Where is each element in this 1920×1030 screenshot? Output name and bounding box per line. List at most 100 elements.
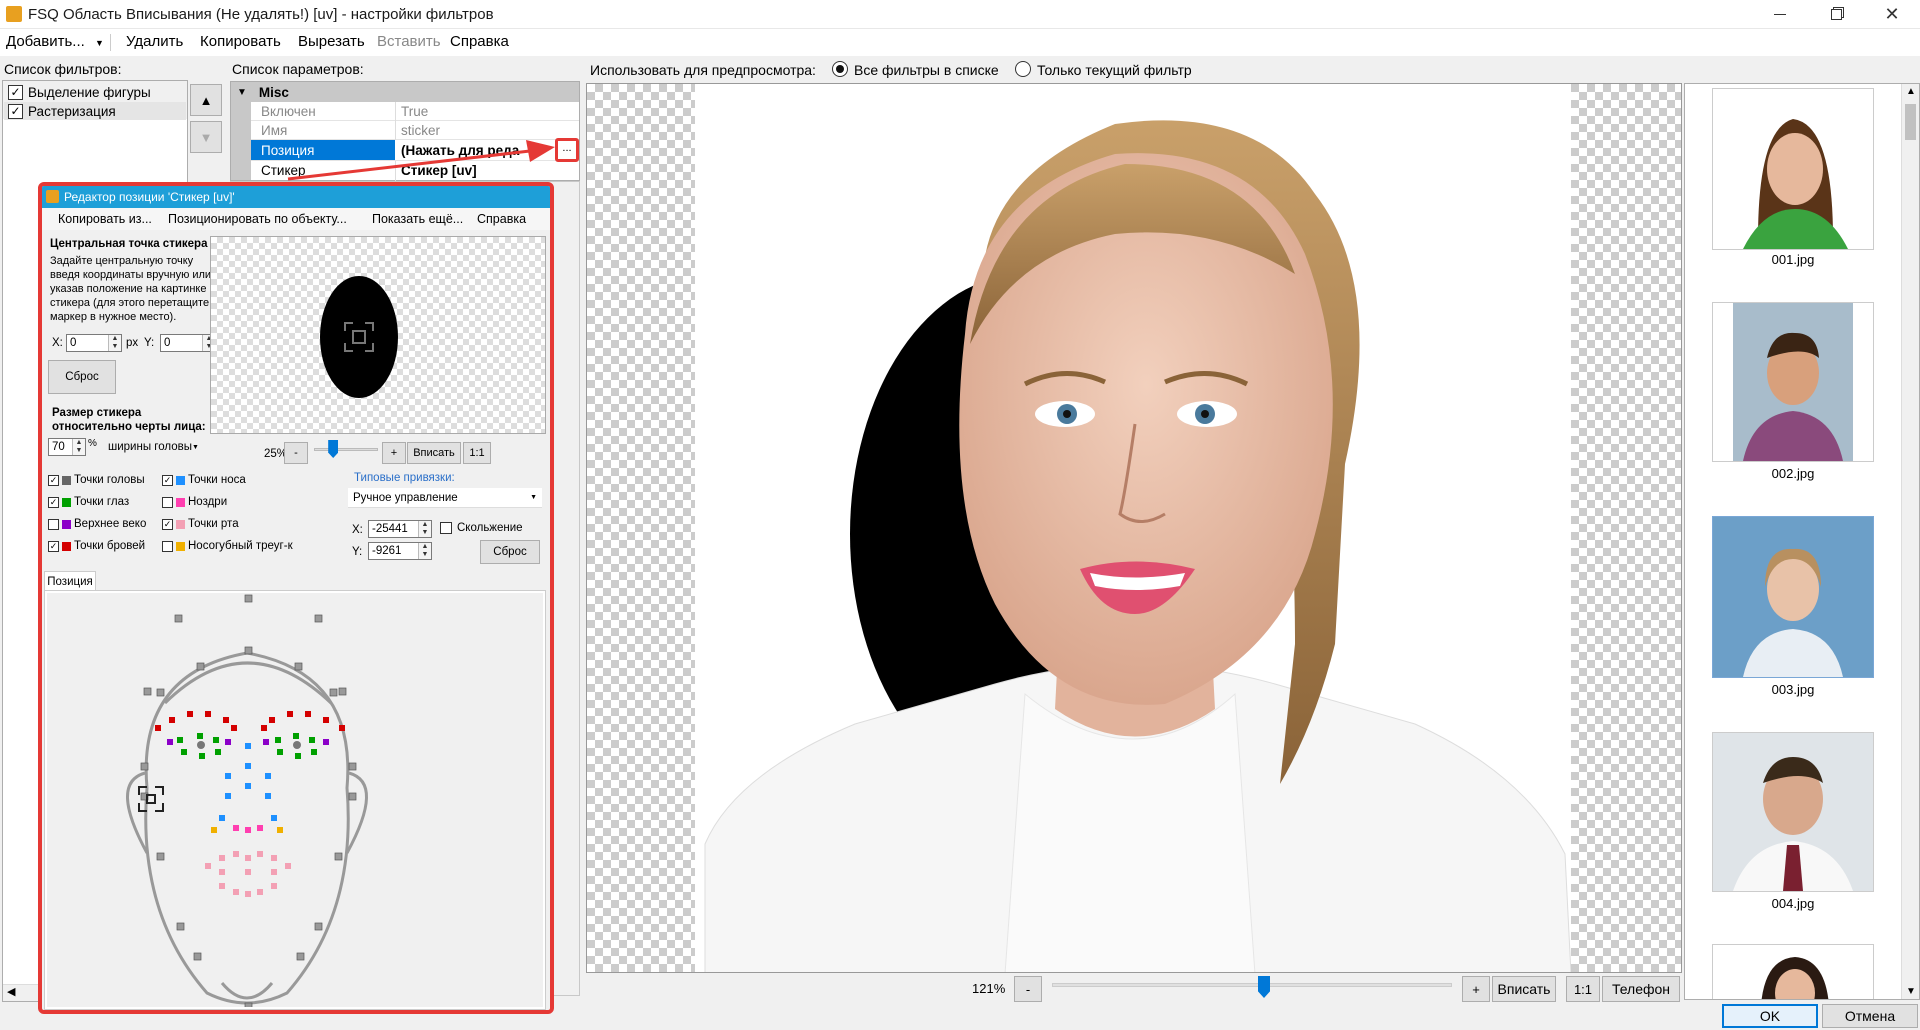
tab-position[interactable]: Позиция [44,571,96,591]
ok-button[interactable]: OK [1722,1004,1818,1028]
dialog-menu-copy-from[interactable]: Копировать из... [58,212,152,226]
thumbnail-caption: 004.jpg [1771,896,1815,911]
property-category[interactable]: ▼ Misc [231,82,579,102]
thumbnail-image [1733,303,1853,461]
point-checkbox-brows[interactable]: ✓ Точки бровей [48,540,145,552]
phone-button[interactable]: Телефон [1602,976,1680,1002]
anchor-reset-button[interactable]: Сброс [480,540,540,564]
center-x-input[interactable]: 0 ▲ ▼ [66,334,122,352]
add-menu[interactable]: Добавить... ▼ [6,33,104,50]
point-checkbox-head[interactable]: ✓ Точки головы [48,474,145,486]
thumbnail-list: ▲ ▼ 001.jpg 002.jpg 003.jpg 004.jpg [1684,83,1920,1000]
move-up-button[interactable]: ▲ [190,84,222,116]
filter-item[interactable]: ✓ Выделение фигуры [4,83,186,101]
point-checkbox-eyelid[interactable]: Верхнее веко [48,518,146,530]
filter-item[interactable]: ✓ Растеризация [4,102,186,120]
paste-menu[interactable]: Вставить [377,33,441,50]
preview-use-label: Использовать для предпросмотра: [590,62,816,78]
point-checkbox-mouth[interactable]: ✓ Точки рта [162,518,239,530]
preview-zoom-track[interactable] [1052,983,1452,987]
filter-checkbox[interactable]: ✓ [8,84,23,100]
thumbnail-image [1713,733,1873,891]
center-y-label: Y: [144,337,155,349]
maximize-button[interactable] [1808,0,1864,29]
preview-canvas[interactable] [586,83,1682,973]
close-icon: ✕ [1884,4,1900,24]
cancel-button[interactable]: Отмена [1822,1004,1918,1028]
dialog-menu-bar: Копировать из... Позиционировать по объе… [42,208,550,230]
anchor-x-label: X: [352,524,363,536]
sticker-fit-button[interactable]: Вписать [407,442,461,464]
scroll-down-icon[interactable]: ▼ [1906,986,1916,997]
scroll-thumb[interactable] [1905,104,1916,140]
radio-all-filters[interactable] [832,61,848,77]
delete-menu[interactable]: Удалить [126,33,183,50]
property-row[interactable]: Включен True [231,102,579,180]
size-mode-select[interactable]: ширины головы ▼ [104,437,199,457]
thumbnail-caption: 001.jpg [1771,252,1815,267]
dropdown-arrow-icon: ▼ [191,443,199,451]
anchor-select[interactable]: Ручное управление ▼ [348,488,542,508]
sticker-zoom-in-button[interactable]: + [382,442,406,464]
thumbnail-item[interactable] [1712,88,1874,250]
spinner-arrows-icon[interactable]: ▲ ▼ [72,439,85,455]
anchor-y-input[interactable]: -9261 ▲ ▼ [368,542,432,560]
anchor-x-input[interactable]: -25441 ▲ ▼ [368,520,432,538]
preview-actual-size-button[interactable]: 1:1 [1566,976,1600,1002]
thumbnail-item[interactable] [1712,732,1874,892]
thumbnail-scrollbar[interactable]: ▲ ▼ [1901,84,1919,999]
center-marker-icon[interactable] [343,321,375,353]
help-menu[interactable]: Справка [450,33,509,50]
sticker-size-title: Размер стикера относительно черты лица: [52,407,206,433]
filter-label: Растеризация [28,103,116,119]
move-down-button[interactable]: ▼ [190,121,222,153]
spinner-arrows-icon[interactable]: ▲ ▼ [418,521,431,537]
scroll-up-icon[interactable]: ▲ [1906,86,1916,97]
close-button[interactable]: ✕ [1864,0,1920,29]
sticker-zoom-out-button[interactable]: - [284,442,308,464]
point-checkbox-nasolabial[interactable]: Носогубный треуг-к [162,540,293,552]
face-scheme-panel[interactable] [44,590,546,1010]
thumbnail-item[interactable] [1712,516,1874,678]
center-x-unit: px [126,337,139,349]
dialog-menu-help[interactable]: Справка [477,212,526,226]
sticker-preview-canvas[interactable] [210,236,546,434]
filter-checkbox[interactable]: ✓ [8,103,23,119]
radio-current-label: Только текущий фильтр [1037,62,1192,78]
sticker-zoom-slider[interactable] [328,440,339,458]
radio-all-label: Все фильтры в списке [854,62,999,78]
center-reset-button[interactable]: Сброс [48,360,116,394]
preview-zoom-in-button[interactable]: + [1462,976,1490,1002]
point-checkbox-nostrils[interactable]: Ноздри [162,496,227,508]
sticker-actual-size-button[interactable]: 1:1 [463,442,491,464]
minimize-button[interactable] [1752,0,1808,29]
size-percent-unit: % [88,438,97,449]
scroll-left-icon[interactable]: ◀ [7,985,15,998]
preview-zoom-slider[interactable] [1258,976,1270,998]
dialog-title: Редактор позиции 'Стикер [uv]' [64,190,235,204]
center-x-label: X: [52,337,63,349]
collapse-icon[interactable]: ▼ [237,87,247,98]
spinner-arrows-icon[interactable]: ▲ ▼ [108,335,121,351]
property-value: True [401,104,429,119]
thumbnail-item[interactable] [1712,944,1874,999]
anchor-label: Типовые привязки: [354,472,455,484]
cut-menu[interactable]: Вырезать [298,33,365,50]
filters-label: Список фильтров: [4,61,122,77]
preview-zoom-out-button[interactable]: - [1014,976,1042,1002]
copy-menu[interactable]: Копировать [200,33,281,50]
radio-current-filter[interactable] [1015,61,1031,77]
size-percent-input[interactable]: 70 ▲ ▼ [48,438,86,456]
point-checkbox-eyes[interactable]: ✓ Точки глаз [48,496,129,508]
menu-separator [110,34,111,51]
point-checkbox-nose[interactable]: ✓ Точки носа [162,474,246,486]
slide-checkbox[interactable]: Скольжение [440,522,523,534]
dialog-menu-position-by-object[interactable]: Позиционировать по объекту... [168,212,347,226]
sticker-zoom-track[interactable] [314,448,378,451]
thumbnail-item[interactable] [1712,302,1874,462]
category-label: Misc [258,84,289,100]
preview-fit-button[interactable]: Вписать [1492,976,1556,1002]
spinner-arrows-icon[interactable]: ▲ ▼ [418,543,431,559]
dialog-menu-show-more[interactable]: Показать ещё... [372,212,463,226]
center-y-input[interactable]: 0 ▲ ▼ [160,334,216,352]
